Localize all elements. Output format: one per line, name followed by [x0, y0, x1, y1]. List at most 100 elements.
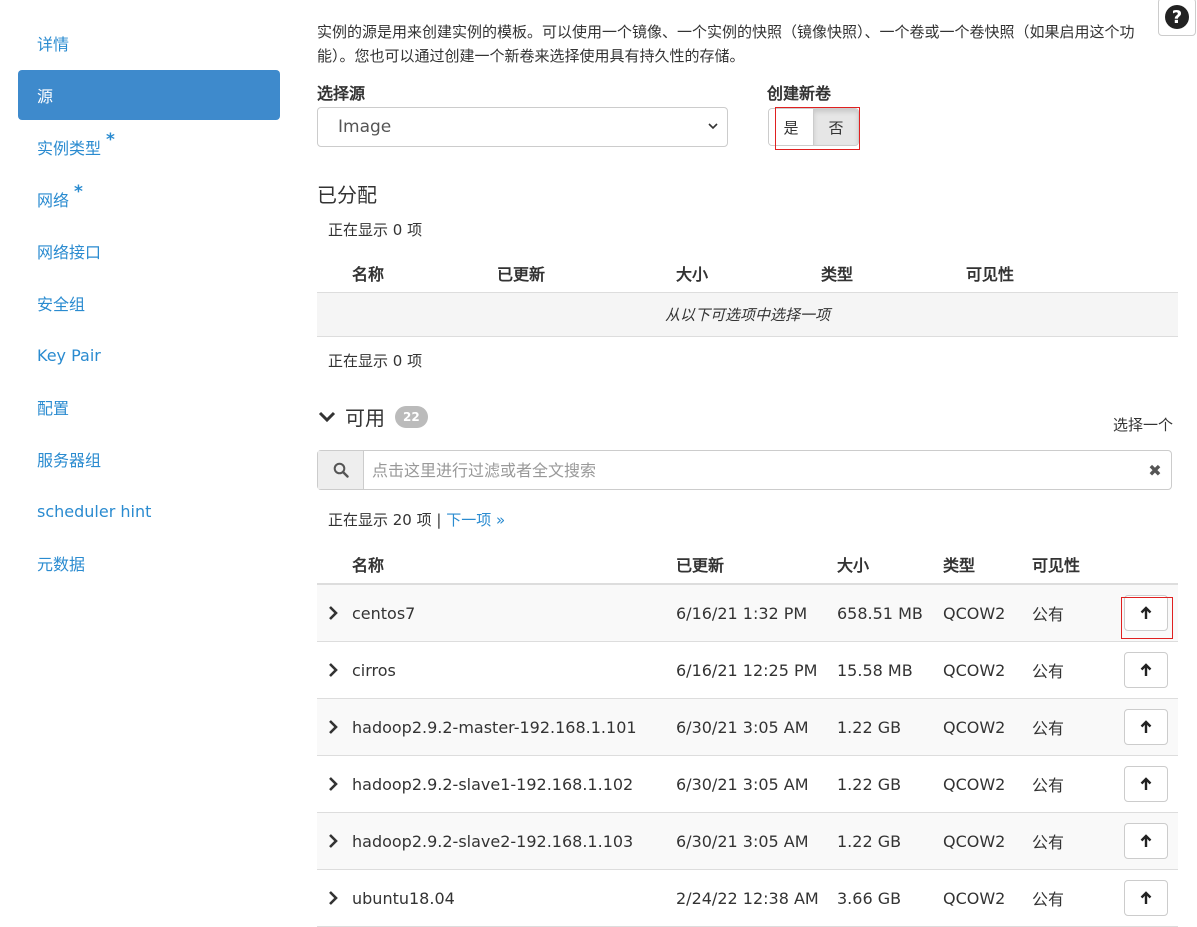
image-size: 1.22 GB: [837, 831, 902, 851]
available-search: ✖: [317, 450, 1172, 490]
sidebar-item-label: 源: [37, 87, 54, 106]
sidebar-item-server-groups[interactable]: 服务器组: [18, 434, 280, 484]
next-page-link[interactable]: 下一项 »: [446, 511, 505, 529]
available-pagination: 正在显示 20 项 | 下一项 »: [328, 509, 505, 530]
image-type: QCOW2: [943, 717, 1006, 737]
table-row: centos7 6/16/21 1:32 PM 658.51 MB QCOW2 …: [317, 585, 1178, 642]
choose-one-hint: 选择一个: [1113, 416, 1174, 434]
image-visibility: 公有: [1032, 605, 1065, 624]
allocate-button[interactable]: [1124, 652, 1168, 688]
available-count-badge: 22: [395, 405, 428, 428]
image-type: QCOW2: [943, 888, 1006, 908]
search-input[interactable]: [364, 451, 1139, 489]
available-col-size[interactable]: 大小: [837, 552, 869, 576]
arrow-up-icon: [1140, 777, 1152, 790]
arrow-up-icon: [1140, 606, 1152, 619]
allocated-col-size[interactable]: 大小: [676, 261, 708, 285]
image-type: QCOW2: [943, 603, 1006, 623]
arrow-up-icon: [1140, 663, 1152, 676]
source-select-value: Image: [338, 117, 392, 137]
sidebar-item-key-pair[interactable]: Key Pair: [18, 330, 280, 380]
sidebar-item-label: 实例类型: [37, 139, 102, 158]
source-description: 实例的源是用来创建实例的模板。可以使用一个镜像、一个实例的快照（镜像快照）、一个…: [317, 23, 1135, 65]
image-name: cirros: [352, 660, 396, 680]
allocated-title: 已分配: [317, 183, 377, 207]
image-visibility: 公有: [1032, 719, 1065, 738]
image-updated: 2/24/22 12:38 AM: [676, 888, 819, 908]
chevron-down-icon: [708, 123, 718, 130]
sidebar-item-label: 网络接口: [37, 243, 102, 262]
chevron-right-icon[interactable]: [327, 813, 341, 869]
allocated-col-updated[interactable]: 已更新: [497, 261, 545, 285]
available-col-visibility[interactable]: 可见性: [1032, 552, 1080, 576]
available-col-updated[interactable]: 已更新: [676, 552, 724, 576]
allocate-button[interactable]: [1124, 880, 1168, 916]
image-size: 658.51 MB: [837, 603, 923, 623]
available-col-name[interactable]: 名称: [352, 552, 384, 576]
allocate-button[interactable]: [1124, 766, 1168, 802]
allocated-empty-row: 从以下可选项中选择一项: [317, 293, 1178, 337]
allocate-button[interactable]: [1124, 823, 1168, 859]
required-marker: *: [74, 182, 83, 202]
image-size: 3.66 GB: [837, 888, 902, 908]
table-row: hadoop2.9.2-master-192.168.1.101 6/30/21…: [317, 699, 1178, 756]
image-updated: 6/30/21 3:05 AM: [676, 831, 809, 851]
sidebar-item-networks[interactable]: 网络 *: [18, 174, 280, 224]
source-select[interactable]: Image: [317, 107, 728, 147]
chevron-right-icon[interactable]: [327, 756, 341, 812]
image-type: QCOW2: [943, 774, 1006, 794]
image-updated: 6/16/21 12:25 PM: [676, 660, 818, 680]
arrow-up-icon: [1140, 891, 1152, 904]
sidebar-item-configuration[interactable]: 配置: [18, 382, 280, 432]
create-volume-toggle: 是 否: [768, 108, 859, 146]
table-row: ubuntu18.04 2/24/22 12:38 AM 3.66 GB QCO…: [317, 870, 1178, 927]
allocated-col-visibility[interactable]: 可见性: [966, 261, 1014, 285]
table-row: cirros 6/16/21 12:25 PM 15.58 MB QCOW2 公…: [317, 642, 1178, 699]
available-col-type[interactable]: 类型: [943, 552, 975, 576]
image-updated: 6/30/21 3:05 AM: [676, 774, 809, 794]
create-volume-label: 创建新卷: [767, 84, 832, 103]
allocate-button[interactable]: [1124, 709, 1168, 745]
image-visibility: 公有: [1032, 890, 1065, 909]
arrow-up-icon: [1140, 720, 1152, 733]
sidebar-item-label: 详情: [37, 35, 70, 54]
sidebar-item-label: 配置: [37, 399, 70, 418]
sidebar-item-flavor[interactable]: 实例类型 *: [18, 122, 280, 172]
sidebar-item-network-ports[interactable]: 网络接口: [18, 226, 280, 276]
allocated-col-name[interactable]: 名称: [352, 261, 384, 285]
image-name: hadoop2.9.2-master-192.168.1.101: [352, 717, 637, 737]
required-marker: *: [106, 130, 115, 150]
sidebar-item-metadata[interactable]: 元数据: [18, 538, 280, 588]
sidebar-item-label: 安全组: [37, 295, 86, 314]
chevron-right-icon[interactable]: [327, 699, 341, 755]
sidebar-item-label: 网络: [37, 191, 70, 210]
allocated-count-bottom: 正在显示 0 项: [328, 352, 423, 370]
sidebar-item-label: Key Pair: [37, 345, 101, 365]
allocated-col-type[interactable]: 类型: [821, 261, 853, 285]
chevron-down-icon: [318, 411, 336, 422]
available-header[interactable]: 可用 22: [317, 402, 428, 431]
image-updated: 6/16/21 1:32 PM: [676, 603, 808, 623]
image-name: hadoop2.9.2-slave2-192.168.1.103: [352, 831, 634, 851]
image-type: QCOW2: [943, 831, 1006, 851]
image-type: QCOW2: [943, 660, 1006, 680]
allocate-button[interactable]: [1124, 595, 1168, 631]
sidebar-item-label: 服务器组: [37, 451, 102, 470]
image-size: 1.22 GB: [837, 774, 902, 794]
create-volume-no-button[interactable]: 否: [814, 109, 858, 145]
search-icon: [318, 451, 364, 489]
image-visibility: 公有: [1032, 662, 1065, 681]
sidebar-item-scheduler-hint[interactable]: scheduler hint: [18, 486, 280, 536]
chevron-right-icon[interactable]: [327, 870, 341, 926]
create-volume-yes-button[interactable]: 是: [769, 109, 814, 145]
available-count: 正在显示 20 项 |: [328, 511, 447, 529]
sidebar-item-details[interactable]: 详情: [18, 18, 280, 68]
help-button[interactable]: ?: [1158, 0, 1196, 36]
chevron-right-icon[interactable]: [327, 585, 341, 641]
chevron-right-icon[interactable]: [327, 642, 341, 698]
clear-icon[interactable]: ✖: [1139, 451, 1171, 489]
sidebar-item-security-groups[interactable]: 安全组: [18, 278, 280, 328]
image-name: centos7: [352, 603, 416, 623]
sidebar-item-source[interactable]: 源: [18, 70, 280, 120]
table-row: hadoop2.9.2-slave1-192.168.1.102 6/30/21…: [317, 756, 1178, 813]
